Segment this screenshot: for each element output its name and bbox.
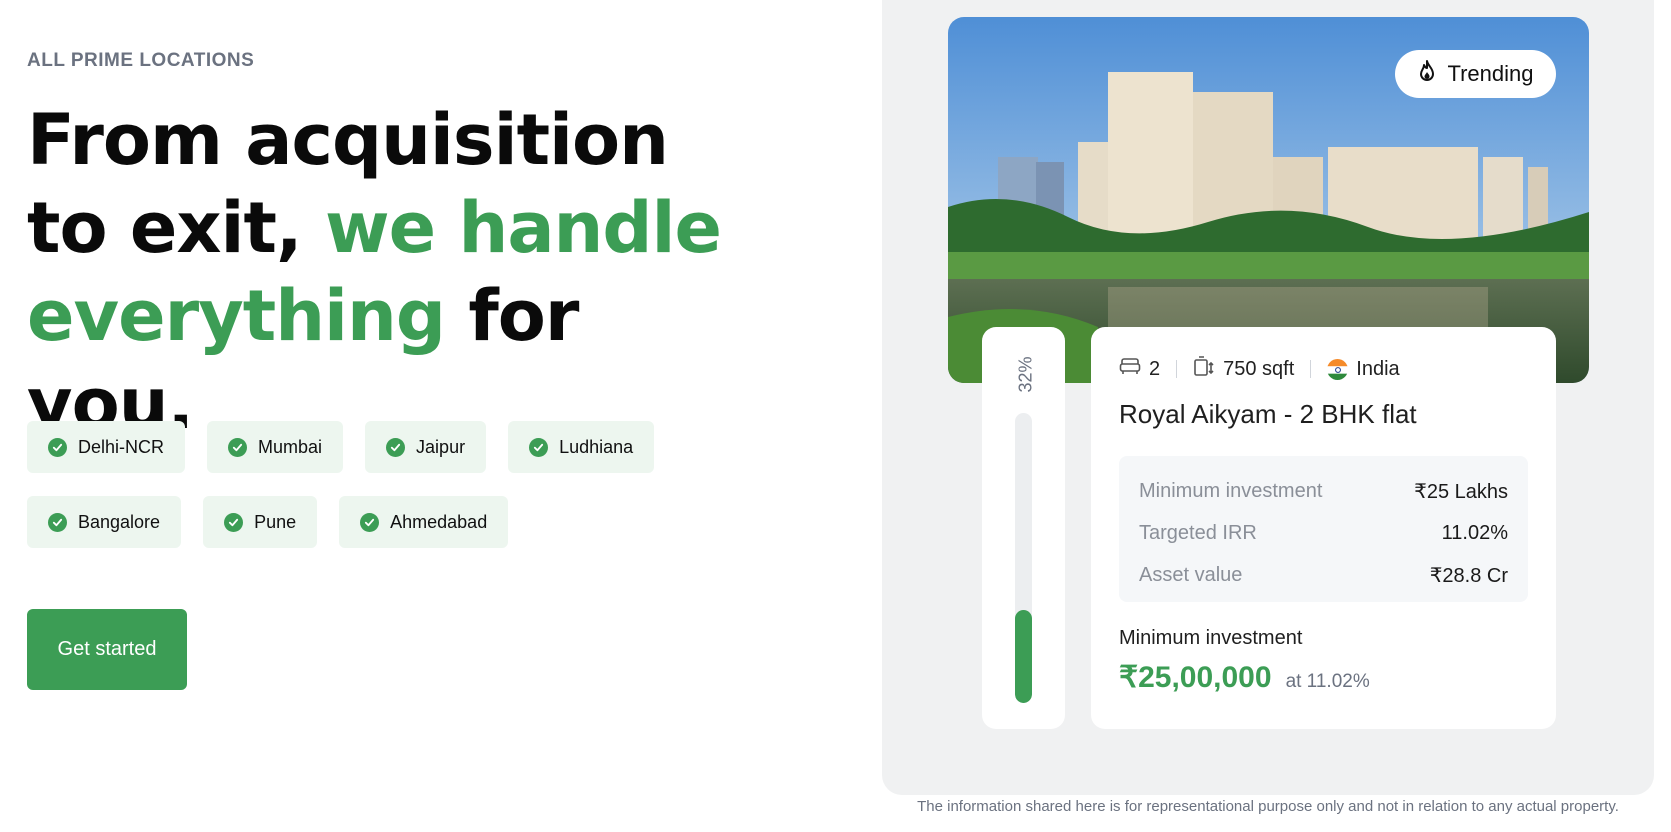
min-investment-value: ₹25,00,000 at 11.02% bbox=[1119, 660, 1370, 695]
location-chip-mumbai: Mumbai bbox=[207, 421, 344, 473]
min-investment-rate: at 11.02% bbox=[1285, 671, 1370, 692]
location-label: Pune bbox=[254, 511, 297, 532]
area-icon bbox=[1193, 355, 1215, 383]
funding-progress-track bbox=[1015, 413, 1032, 703]
check-circle-icon bbox=[48, 512, 67, 532]
location-chip-ludhiana: Ludhiana bbox=[508, 421, 655, 473]
investment-details: Minimum investment ₹25 Lakhs Targeted IR… bbox=[1119, 456, 1528, 602]
sofa-icon bbox=[1119, 355, 1141, 383]
property-meta: 2 750 sqft India bbox=[1119, 355, 1400, 383]
funding-percent-label: 32% bbox=[1015, 355, 1036, 393]
property-info-card[interactable]: 2 750 sqft India Royal Aikyam - 2 BHK fl… bbox=[1091, 327, 1556, 729]
location-chip-bangalore: Bangalore bbox=[27, 496, 182, 548]
location-label: Delhi-NCR bbox=[78, 436, 165, 457]
india-flag-icon bbox=[1327, 358, 1349, 380]
location-label: Jaipur bbox=[416, 436, 466, 457]
check-circle-icon bbox=[529, 437, 549, 457]
country-label: India bbox=[1356, 357, 1400, 380]
section-eyebrow: ALL PRIME LOCATIONS bbox=[27, 50, 255, 71]
check-circle-icon bbox=[228, 437, 248, 457]
location-label: Mumbai bbox=[258, 436, 323, 457]
trending-badge: Trending bbox=[1395, 50, 1556, 98]
detail-value: ₹28.8 Cr bbox=[1429, 564, 1508, 587]
hero-headline: From acquisition to exit, we handle ever… bbox=[27, 96, 747, 448]
location-chip-delhi-ncr: Delhi-NCR bbox=[27, 421, 186, 473]
location-label: Bangalore bbox=[78, 511, 161, 532]
check-circle-icon bbox=[360, 512, 380, 532]
detail-value: ₹25 Lakhs bbox=[1414, 480, 1508, 503]
min-investment-label: Minimum investment bbox=[1119, 627, 1303, 649]
flame-icon bbox=[1417, 60, 1437, 88]
location-chips: Delhi-NCR Mumbai Jaipur Ludhiana Bangalo… bbox=[27, 421, 727, 571]
location-chip-jaipur: Jaipur bbox=[365, 421, 487, 473]
detail-row: Minimum investment ₹25 Lakhs bbox=[1139, 470, 1508, 512]
get-started-button[interactable]: Get started bbox=[27, 609, 187, 690]
check-circle-icon bbox=[48, 437, 67, 457]
check-circle-icon bbox=[224, 512, 244, 532]
detail-row: Asset value ₹28.8 Cr bbox=[1139, 554, 1508, 596]
bedroom-count: 2 bbox=[1149, 357, 1161, 380]
check-circle-icon bbox=[386, 437, 406, 457]
disclaimer-text: The information shared here is for repre… bbox=[917, 798, 1619, 815]
location-chip-pune: Pune bbox=[203, 496, 318, 548]
property-title: Royal Aikyam - 2 BHK flat bbox=[1119, 399, 1417, 429]
funding-progress-fill bbox=[1015, 610, 1032, 703]
detail-value: 11.02% bbox=[1441, 521, 1508, 544]
area-value: 750 sqft bbox=[1223, 357, 1295, 380]
detail-row: Targeted IRR 11.02% bbox=[1139, 512, 1508, 554]
location-chip-ahmedabad: Ahmedabad bbox=[339, 496, 509, 548]
detail-label: Minimum investment bbox=[1139, 479, 1323, 502]
trending-label: Trending bbox=[1447, 61, 1534, 86]
location-label: Ludhiana bbox=[559, 436, 634, 457]
detail-label: Targeted IRR bbox=[1139, 521, 1257, 544]
detail-label: Asset value bbox=[1139, 563, 1243, 586]
min-investment-amount: ₹25,00,000 bbox=[1119, 661, 1272, 694]
funding-progress-card: 32% bbox=[982, 327, 1065, 729]
location-label: Ahmedabad bbox=[390, 511, 488, 532]
